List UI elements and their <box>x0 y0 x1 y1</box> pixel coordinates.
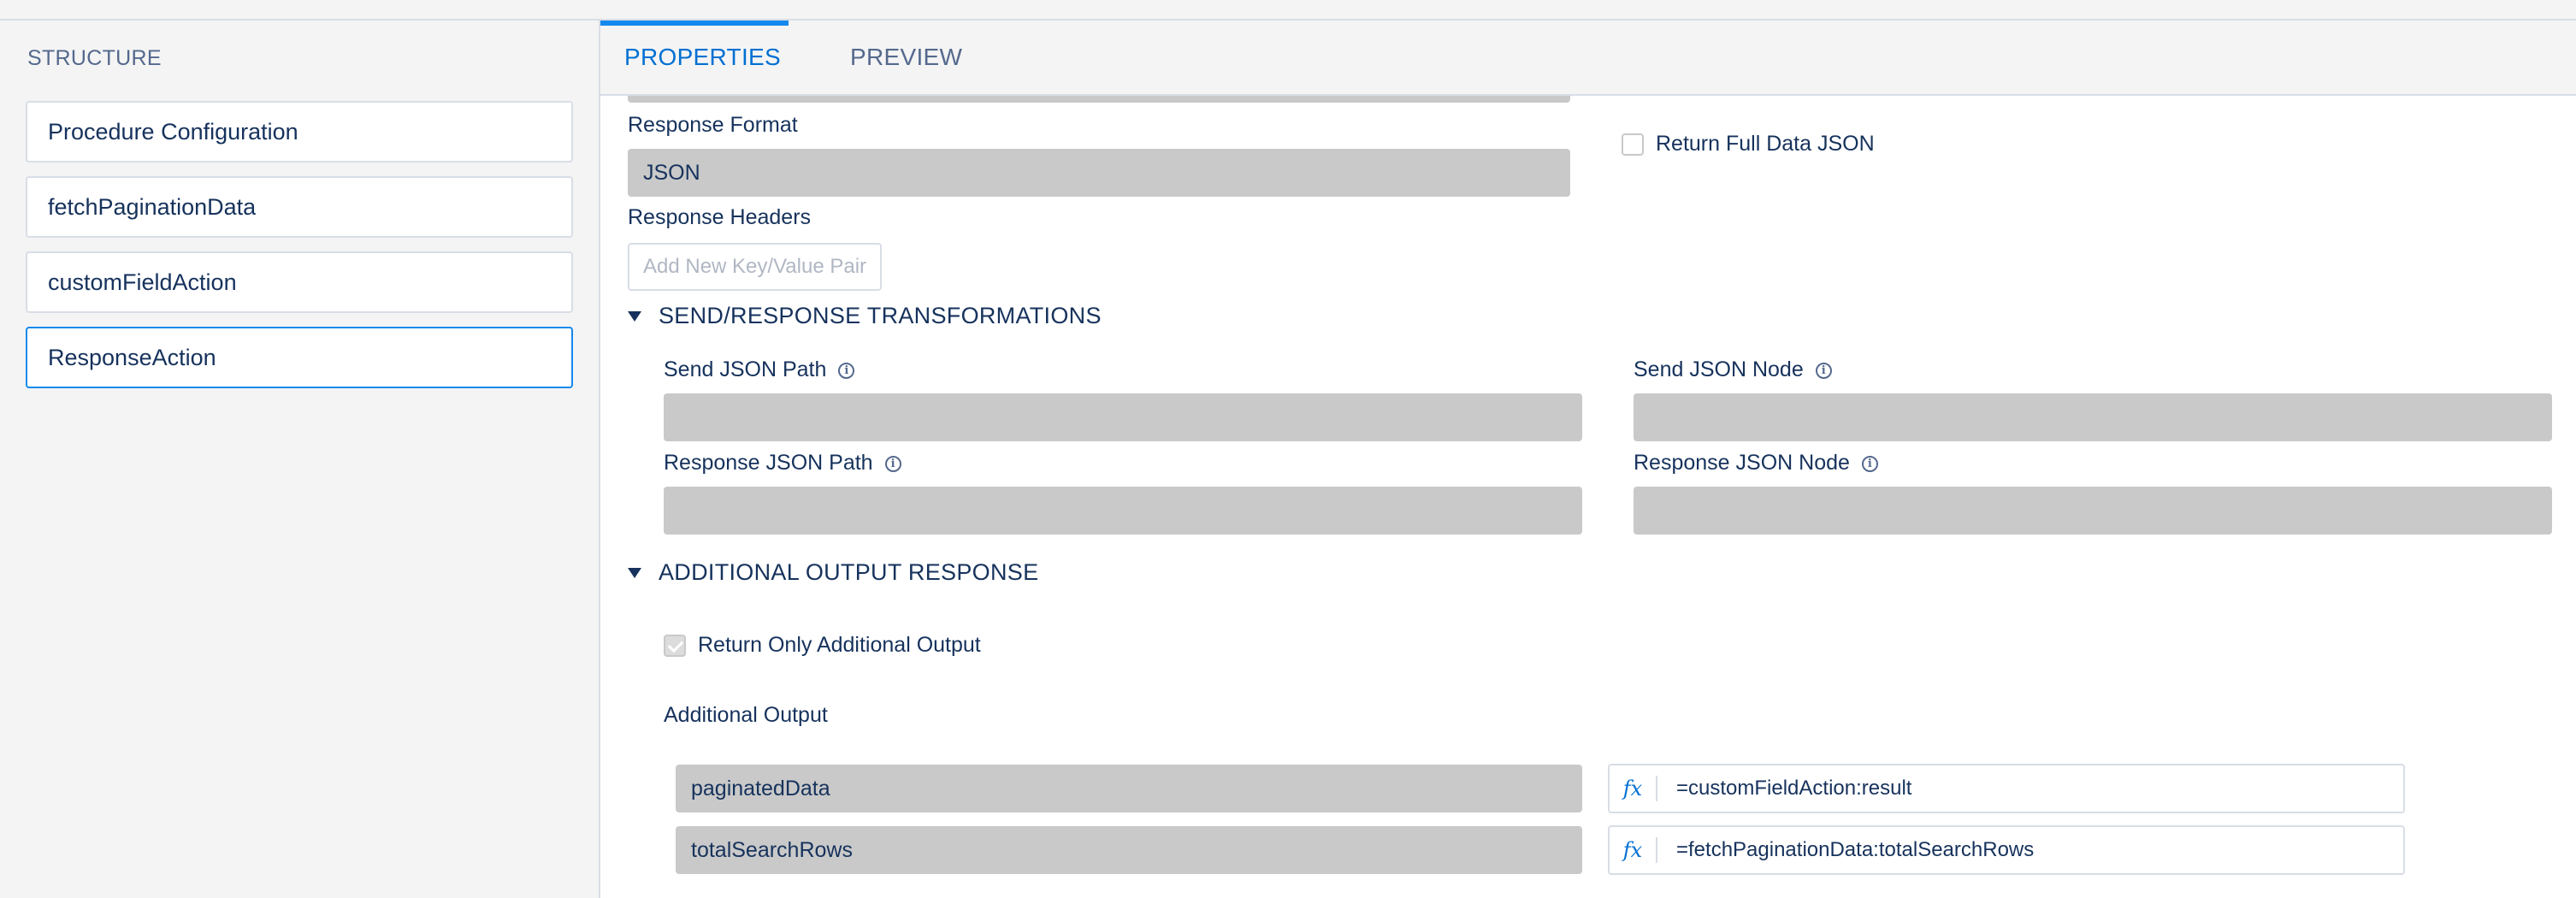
structure-title: STRUCTURE <box>27 46 162 70</box>
send-json-node-input[interactable] <box>1634 393 2552 441</box>
response-json-node-label: Response JSON Node i <box>1634 451 1878 476</box>
additional-output-key: totalSearchRows <box>691 837 853 862</box>
additional-output-formula-field[interactable]: fx =customFieldAction:result <box>1608 764 2405 813</box>
response-json-node-input[interactable] <box>1634 487 2552 535</box>
additional-output-formula-field[interactable]: fx =fetchPaginationData:totalSearchRows <box>1608 825 2405 875</box>
structure-item-label: ResponseAction <box>48 344 216 370</box>
properties-panel: Response Format JSON Return Full Data JS… <box>600 96 2576 898</box>
response-format-value: JSON <box>643 160 700 185</box>
send-response-transformations-toggle[interactable]: SEND/RESPONSE TRANSFORMATIONS <box>628 303 1102 329</box>
collapse-triangle-icon <box>628 567 641 578</box>
return-full-data-json-label: Return Full Data JSON <box>1656 132 1875 156</box>
section-title: SEND/RESPONSE TRANSFORMATIONS <box>659 303 1102 328</box>
send-json-path-input[interactable] <box>664 393 1582 441</box>
collapse-triangle-icon <box>628 310 641 322</box>
input-field-partial <box>628 96 1570 103</box>
info-icon[interactable]: i <box>884 455 901 472</box>
formula-fx-icon: fx <box>1610 837 1657 863</box>
formula-value: =fetchPaginationData:totalSearchRows <box>1676 838 2035 861</box>
add-key-value-pair-button[interactable]: Add New Key/Value Pair <box>628 243 883 291</box>
tab-preview[interactable]: PREVIEW <box>850 21 962 94</box>
info-icon[interactable]: i <box>1861 455 1878 472</box>
tab-properties[interactable]: PROPERTIES <box>624 21 781 94</box>
return-only-additional-output-checkbox[interactable] <box>664 635 686 657</box>
return-full-data-json-checkbox[interactable] <box>1622 133 1644 156</box>
send-json-path-label: Send JSON Path i <box>664 357 855 382</box>
response-json-path-input[interactable] <box>664 487 1582 535</box>
tab-bar: PROPERTIES PREVIEW <box>600 21 2576 96</box>
formula-fx-icon: fx <box>1610 776 1657 801</box>
structure-item-label: customFieldAction <box>48 269 237 295</box>
return-only-additional-output-label: Return Only Additional Output <box>698 633 981 657</box>
response-json-path-label: Response JSON Path i <box>664 451 901 476</box>
structure-panel: STRUCTURE Procedure Configuration fetchP… <box>0 21 599 898</box>
structure-item-label: Procedure Configuration <box>48 118 298 145</box>
send-json-node-label: Send JSON Node i <box>1634 357 1832 382</box>
structure-item-response-action[interactable]: ResponseAction <box>26 327 573 388</box>
response-format-field[interactable]: JSON <box>628 149 1570 197</box>
additional-output-key-field[interactable]: paginatedData <box>676 765 1582 812</box>
info-icon[interactable]: i <box>1815 362 1832 379</box>
structure-item-fetch-pagination-data[interactable]: fetchPaginationData <box>26 176 573 238</box>
formula-value: =customFieldAction:result <box>1676 777 1912 800</box>
top-bar <box>0 0 2576 21</box>
additional-output-key: paginatedData <box>691 776 830 801</box>
response-headers-label: Response Headers <box>628 205 812 229</box>
structure-item-label: fetchPaginationData <box>48 193 257 220</box>
additional-output-key-field[interactable]: totalSearchRows <box>676 826 1582 874</box>
structure-item-custom-field-action[interactable]: customFieldAction <box>26 251 573 313</box>
additional-output-label: Additional Output <box>664 703 828 727</box>
section-title: ADDITIONAL OUTPUT RESPONSE <box>659 559 1039 585</box>
add-key-value-pair-label: Add New Key/Value Pair <box>643 255 867 278</box>
additional-output-response-toggle[interactable]: ADDITIONAL OUTPUT RESPONSE <box>628 559 1038 586</box>
info-icon[interactable]: i <box>838 362 855 379</box>
response-format-label: Response Format <box>628 113 798 137</box>
structure-item-procedure-configuration[interactable]: Procedure Configuration <box>26 101 573 162</box>
